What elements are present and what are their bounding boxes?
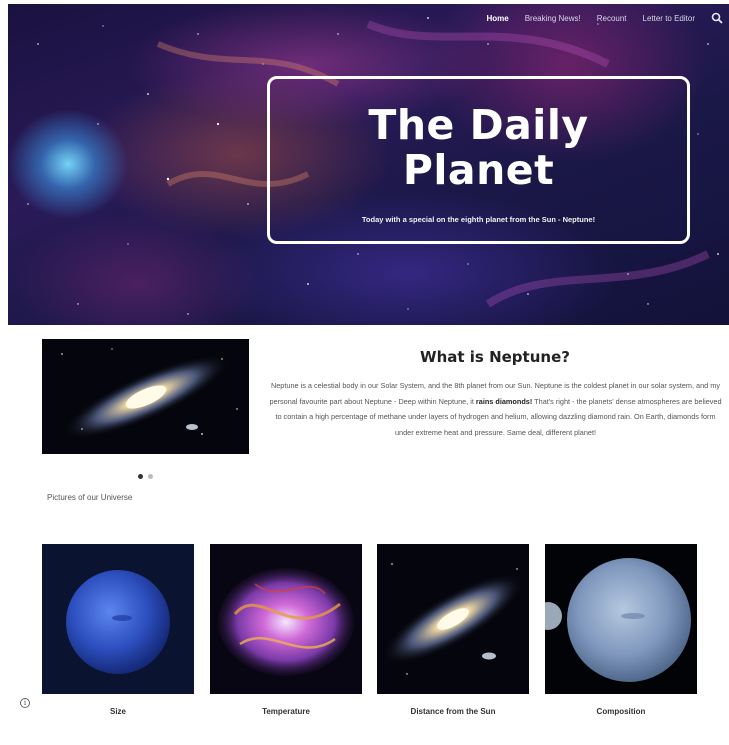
info-icon[interactable]: i (20, 698, 30, 708)
card-distance[interactable]: Distance from the Sun (377, 544, 529, 716)
card-distance-image (377, 544, 529, 694)
nav-recount[interactable]: Recount (597, 14, 627, 23)
hero-banner: Home Breaking News! Recount Letter to Ed… (8, 4, 729, 325)
card-composition-image (545, 544, 697, 694)
galaxy-image (42, 339, 249, 454)
title-box: The Daily Planet Today with a special on… (267, 76, 690, 244)
carousel-dot-2[interactable] (148, 474, 153, 479)
site-title-line2: Planet (402, 146, 555, 194)
neptune-heading: What is Neptune? (420, 348, 570, 366)
card-temperature-label: Temperature (262, 707, 310, 716)
card-composition-label: Composition (596, 707, 646, 716)
carousel-caption: Pictures of our Universe (47, 493, 133, 502)
nav-letter-to-editor[interactable]: Letter to Editor (643, 14, 695, 23)
nav-breaking-news[interactable]: Breaking News! (525, 14, 581, 23)
carousel-image[interactable] (42, 339, 249, 454)
card-size-label: Size (109, 707, 126, 716)
card-composition[interactable]: Composition (545, 544, 697, 716)
nav-home[interactable]: Home (486, 14, 508, 23)
search-icon[interactable] (711, 12, 723, 24)
card-temperature[interactable]: Temperature (210, 544, 362, 716)
card-temperature-image (210, 544, 362, 694)
card-size-image (42, 544, 194, 694)
neptune-text-bold: rains diamonds! (475, 396, 533, 406)
top-nav: Home Breaking News! Recount Letter to Ed… (486, 12, 723, 24)
carousel-dots (138, 474, 153, 479)
site-title: The Daily Planet (270, 103, 687, 193)
site-title-line1: The Daily (368, 101, 589, 149)
carousel-dot-1[interactable] (138, 474, 143, 479)
card-size[interactable]: Size (42, 544, 194, 716)
site-subtitle: Today with a special on the eighth plane… (361, 215, 596, 224)
neptune-description: Neptune is a celestial body in our Solar… (268, 378, 723, 440)
card-distance-label: Distance from the Sun (410, 707, 496, 716)
